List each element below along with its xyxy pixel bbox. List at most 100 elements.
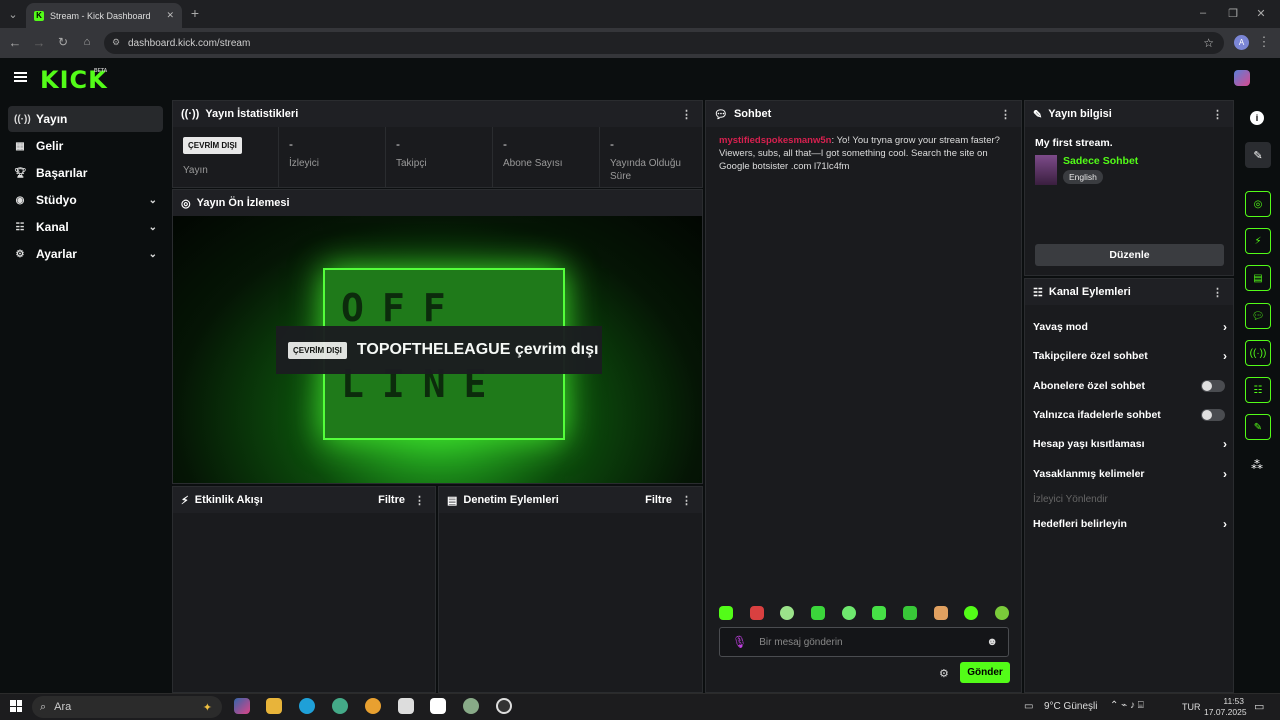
copilot-icon[interactable]	[234, 698, 250, 714]
capcut-icon[interactable]	[430, 698, 446, 714]
new-tab-icon[interactable]: +	[188, 5, 202, 21]
info-icon[interactable]: i	[1250, 111, 1264, 125]
user-avatar[interactable]	[1234, 70, 1250, 86]
minimize-icon[interactable]: –	[1196, 6, 1210, 20]
clock[interactable]: 11:53 17.07.2025	[1204, 696, 1247, 718]
weather-icon: ▭	[1024, 701, 1034, 712]
maximize-icon[interactable]: ❐	[1226, 6, 1240, 20]
chrome-icon[interactable]	[365, 698, 381, 714]
sidebar-item-gelir[interactable]: ▦ Gelir	[8, 133, 163, 159]
lightning-icon[interactable]: ⚡︎	[1245, 228, 1271, 254]
filter-button[interactable]: Filtre	[645, 494, 672, 506]
action-account-age[interactable]: Hesap yaşı kısıtlaması ›	[1025, 432, 1235, 456]
filter-button[interactable]: Filtre	[378, 494, 405, 506]
emote-icon[interactable]	[749, 606, 764, 620]
action-slow-mode[interactable]: Yavaş mod ›	[1025, 315, 1235, 339]
chrome-profile-icon[interactable]	[332, 698, 348, 714]
trophy-icon: 🏆︎	[14, 167, 27, 179]
more-options-icon[interactable]: ⋮	[1000, 108, 1011, 121]
send-button[interactable]: Gönder	[960, 662, 1010, 683]
channel-icon[interactable]: ☷	[1245, 377, 1271, 403]
tab-list-icon[interactable]: ⌄	[6, 7, 20, 21]
close-window-icon[interactable]: ✕	[1254, 6, 1268, 20]
app-icon[interactable]	[463, 698, 479, 714]
sidebar-item-yayin[interactable]: ((·)) Yayın	[8, 106, 163, 132]
log-icon[interactable]: ▤	[1245, 265, 1271, 291]
url-field[interactable]: ⚙ dashboard.kick.com/stream ☆	[104, 32, 1224, 54]
broadcast-icon[interactable]: ((·))	[1245, 340, 1271, 366]
back-icon[interactable]: ←	[8, 35, 22, 50]
hamburger-menu-icon[interactable]	[14, 72, 27, 82]
chat-username[interactable]: mystifiedspokesmanw5n	[719, 135, 831, 146]
reload-icon[interactable]: ↻	[56, 35, 70, 49]
stat-label: Yayın	[183, 165, 208, 176]
action-followers-only[interactable]: Takipçilere özel sohbet ›	[1025, 344, 1235, 368]
profile-avatar[interactable]: A	[1234, 35, 1249, 50]
sidebar-item-ayarlar[interactable]: ⚙ Ayarlar ⌄	[8, 241, 163, 267]
emote-icon[interactable]	[872, 606, 887, 620]
emotes-only-toggle[interactable]	[1201, 409, 1225, 421]
channel-actions-panel: ☷ Kanal Eylemleri ⋮ Yavaş mod › Takipçilere…	[1024, 278, 1234, 693]
weather-text[interactable]: 9°C Güneşli	[1044, 701, 1097, 712]
subscribers-only-toggle[interactable]	[1201, 380, 1225, 392]
stat-value: -	[396, 137, 400, 151]
obs-icon[interactable]	[496, 698, 512, 714]
microphone-icon[interactable]: 🎙︎	[732, 635, 747, 649]
more-options-icon[interactable]: ⋮	[414, 494, 425, 507]
more-options-icon[interactable]: ⋮	[681, 494, 692, 507]
sidebar-item-kanal[interactable]: ☷ Kanal ⌄	[8, 214, 163, 240]
panel-title: Yayın bilgisi	[1048, 108, 1112, 120]
emote-icon[interactable]	[902, 606, 917, 620]
bookmark-star-icon[interactable]: ☆	[1203, 36, 1214, 50]
preview-video[interactable]: OFF LINE ÇEVRİM DIŞI TOPOFTHELEAGUE çevr…	[173, 216, 702, 483]
site-info-icon[interactable]: ⚙	[112, 37, 120, 48]
chat-icon: 💬︎	[714, 108, 728, 121]
edge-icon[interactable]	[299, 698, 315, 714]
stat-live-time: - Yayında Olduğu Süre	[600, 127, 702, 187]
app-icon[interactable]	[398, 698, 414, 714]
taskbar-search[interactable]: ⌕ Ara ✦	[32, 696, 222, 718]
emote-icon[interactable]	[994, 606, 1009, 620]
chat-icon[interactable]: 💬︎	[1245, 303, 1271, 329]
notifications-icon[interactable]: ▭	[1254, 700, 1264, 713]
emote-icon[interactable]	[964, 606, 979, 620]
offline-message: TOPOFTHELEAGUE çevrim dışı	[356, 341, 599, 358]
more-options-icon[interactable]: ⋮	[681, 108, 692, 121]
chat-settings-gear-icon[interactable]: ⚙	[939, 667, 949, 680]
chat-input[interactable]: 🎙︎ Bir mesaj gönderin ☻	[719, 627, 1009, 657]
forward-icon[interactable]: →	[32, 35, 46, 50]
windows-start-icon[interactable]	[10, 700, 22, 712]
panel-title: Denetim Eylemleri	[463, 494, 559, 506]
panel-header: ✎ Yayın bilgisi ⋮	[1025, 101, 1233, 127]
file-explorer-icon[interactable]	[266, 698, 282, 714]
camera-icon[interactable]: ◎	[1245, 191, 1271, 217]
input-language[interactable]: TUR	[1182, 702, 1201, 712]
close-tab-icon[interactable]: ✕	[166, 10, 174, 21]
emote-icon[interactable]	[719, 606, 733, 620]
category-link[interactable]: Sadece Sohbet	[1063, 155, 1138, 167]
home-icon[interactable]: ⌂	[80, 35, 94, 49]
edit-button[interactable]: Düzenle	[1035, 244, 1224, 266]
browser-menu-icon[interactable]: ⋮	[1258, 34, 1271, 49]
edit-pencil-icon[interactable]: ✎	[1245, 142, 1271, 168]
stat-viewers: - İzleyici	[279, 127, 386, 187]
action-banned-words[interactable]: Yasaklanmış kelimeler ›	[1025, 462, 1235, 486]
emoji-icon[interactable]: ☻	[986, 636, 998, 648]
stat-value: -	[503, 137, 507, 151]
more-options-icon[interactable]: ⋮	[1212, 108, 1223, 121]
browser-tab[interactable]: K Stream - Kick Dashboard ✕	[26, 3, 182, 28]
log-icon: ▤	[447, 494, 458, 507]
more-options-icon[interactable]: ⋮	[1212, 286, 1223, 299]
wrench-icon[interactable]: ✎	[1245, 414, 1271, 440]
emote-icon[interactable]	[810, 606, 825, 620]
tray-icons[interactable]: ⌃ ⌁ ♪ ⌸	[1110, 700, 1144, 711]
panel-title: Kanal Eylemleri	[1048, 286, 1131, 298]
sidebar-item-basarilar[interactable]: 🏆︎ Başarılar	[8, 160, 163, 186]
sidebar-item-studyo[interactable]: ◉ Stüdyo ⌄	[8, 187, 163, 213]
emote-bar	[719, 606, 1009, 622]
emote-icon[interactable]	[841, 606, 856, 620]
emote-icon[interactable]	[780, 606, 795, 620]
emote-icon[interactable]	[933, 606, 948, 620]
action-set-goals[interactable]: Hedefleri belirleyin ›	[1025, 512, 1235, 536]
widgets-icon[interactable]: ⁂	[1251, 458, 1263, 472]
